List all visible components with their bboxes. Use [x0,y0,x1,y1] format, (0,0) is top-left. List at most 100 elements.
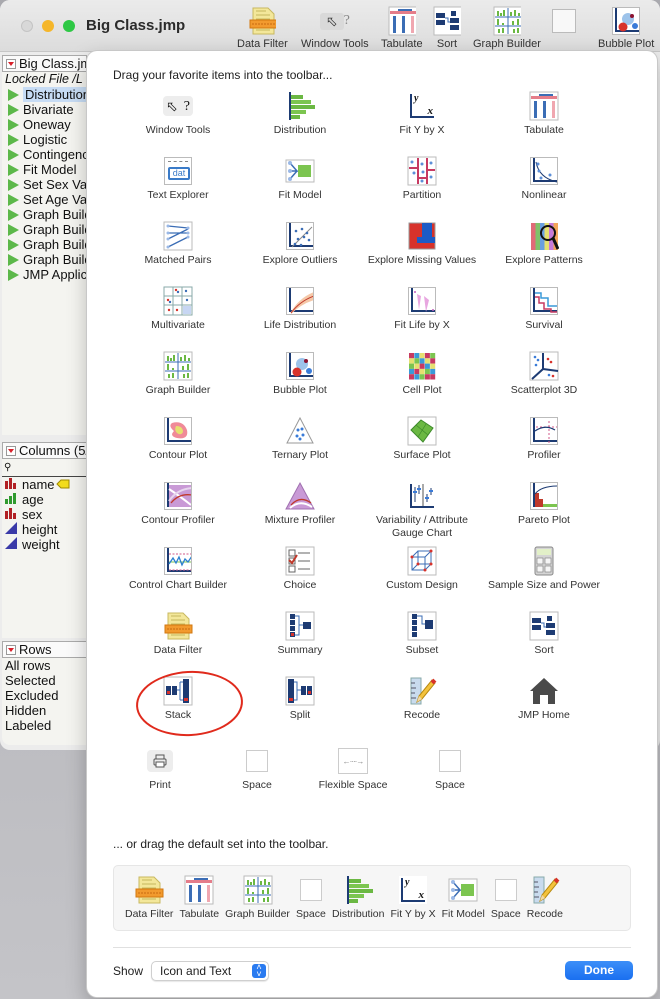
toolbar-item-explore-patterns[interactable]: Explore Patterns [483,221,605,286]
toolbar-button-window-tools[interactable]: ⬁? Window Tools [301,7,369,50]
table-script[interactable]: Graph Builder [2,252,87,267]
toolbar-item-nonlinear[interactable]: Nonlinear [483,156,605,221]
toolbar-item-fit-life-by-x[interactable]: Fit Life by X [361,286,483,351]
toolbar-item-fit-model[interactable]: Fit Model [239,156,361,221]
toolbar-item-ternary-plot[interactable]: Ternary Plot [239,416,361,481]
row-state-labeled[interactable]: Labeled [5,718,87,733]
toolbar-item-distribution[interactable]: Distribution [239,91,361,156]
toolbar-item-choice[interactable]: Choice [239,546,361,611]
toolbar-item-pareto-plot[interactable]: Pareto Plot [483,481,605,546]
column-item[interactable]: sex [2,507,87,522]
toolbar-item-explore-outliers[interactable]: Explore Outliers [239,221,361,286]
run-script-icon[interactable] [8,238,19,251]
column-item[interactable]: age [2,492,87,507]
column-item[interactable]: name [2,477,87,492]
columns-header[interactable]: Columns (5/ [2,442,87,459]
table-script[interactable]: Graph Builder [2,222,87,237]
table-script[interactable]: Set Sex Value Labels [2,177,87,192]
red-triangle-menu-icon[interactable] [6,58,16,69]
toolbar-button-space[interactable] [550,7,578,38]
toolbar-item-life-distribution[interactable]: Life Distribution [239,286,361,351]
toolbar-button-tabulate[interactable]: Tabulate [381,6,423,50]
red-triangle-menu-icon[interactable] [6,644,16,655]
run-script-icon[interactable] [8,253,19,266]
show-mode-select[interactable]: Icon and Text ˄ ˅ [151,961,269,981]
done-button[interactable]: Done [565,961,633,980]
toolbar-item-summary[interactable]: Summary [239,611,361,676]
toolbar-item-recode[interactable]: Recode [361,676,483,741]
close-button[interactable] [21,20,33,32]
run-script-icon[interactable] [8,148,19,161]
toolbar-item-sample-size-and-power[interactable]: Sample Size and Power [483,546,605,611]
toolbar-item-contour-plot[interactable]: Contour Plot [117,416,239,481]
toolbar-item-window-tools[interactable]: ⬁? Window Tools [117,91,239,156]
toolbar-item-variability-attribute-gauge-chart[interactable]: Variability / Attribute Gauge Chart [361,481,483,546]
row-state-selected[interactable]: Selected [5,673,87,688]
default-toolbar-set[interactable]: Data Filter Tabulate Graph Builder Space Dis… [113,865,631,931]
red-triangle-menu-icon[interactable] [6,445,16,456]
column-search-field[interactable]: ⚲ [2,459,87,477]
toolbar-item-space[interactable]: Space [202,746,312,792]
toolbar-item-data-filter[interactable]: Data Filter [122,875,176,921]
toolbar-item-graph-builder[interactable]: Graph Builder [117,351,239,416]
table-script[interactable]: JMP Application [2,267,87,282]
toolbar-item-survival[interactable]: Survival [483,286,605,351]
table-header[interactable]: Big Class.jmp [2,55,87,72]
toolbar-item-contour-profiler[interactable]: Contour Profiler [117,481,239,546]
toolbar-item-explore-missing-values[interactable]: Explore Missing Values [361,221,483,286]
run-script-icon[interactable] [8,88,19,101]
column-item[interactable]: height [2,522,87,537]
toolbar-item-flexible-space[interactable]: ←····→ Flexible Space [298,746,408,792]
toolbar-button-bubble-plot[interactable]: Bubble Plot [598,7,654,50]
toolbar-item-scatterplot-3d[interactable]: Scatterplot 3D [483,351,605,416]
row-state-all-rows[interactable]: All rows [5,658,87,673]
table-script[interactable]: Set Age Value Labels [2,192,87,207]
toolbar-item-print[interactable]: Print [105,746,215,792]
toolbar-button-sort[interactable]: Sort [433,6,461,50]
toolbar-item-text-explorer[interactable]: dat Text Explorer [117,156,239,221]
table-script[interactable]: Oneway [2,117,87,132]
row-state-hidden[interactable]: Hidden [5,703,87,718]
minimize-button[interactable] [42,20,54,32]
zoom-button[interactable] [63,20,75,32]
toolbar-button-graph-builder[interactable]: Graph Builder [473,6,541,50]
run-script-icon[interactable] [8,223,19,236]
toolbar-item-matched-pairs[interactable]: Matched Pairs [117,221,239,286]
toolbar-item-tabulate[interactable]: Tabulate [176,875,222,921]
toolbar-item-recode[interactable]: Recode [524,875,566,921]
toolbar-item-fit-model[interactable]: Fit Model [439,875,488,921]
toolbar-item-graph-builder[interactable]: Graph Builder [222,875,293,921]
toolbar-item-distribution[interactable]: Distribution [329,875,388,921]
toolbar-item-bubble-plot[interactable]: Bubble Plot [239,351,361,416]
toolbar-item-space[interactable]: Space [395,746,505,792]
toolbar-item-surface-plot[interactable]: Surface Plot [361,416,483,481]
toolbar-item-sort[interactable]: Sort [483,611,605,676]
toolbar-item-control-chart-builder[interactable]: Control Chart Builder [117,546,239,611]
run-script-icon[interactable] [8,103,19,116]
toolbar-item-subset[interactable]: Subset [361,611,483,676]
run-script-icon[interactable] [8,268,19,281]
toolbar-item-space[interactable]: Space [293,875,329,921]
toolbar-item-partition[interactable]: Partition [361,156,483,221]
table-script[interactable]: Logistic [2,132,87,147]
run-script-icon[interactable] [8,118,19,131]
toolbar-item-fit-y-by-x[interactable]: y x Fit Y by X [361,91,483,156]
table-script[interactable]: Contingency [2,147,87,162]
toolbar-item-cell-plot[interactable]: Cell Plot [361,351,483,416]
toolbar-item-data-filter[interactable]: Data Filter [117,611,239,676]
toolbar-item-profiler[interactable]: Profiler [483,416,605,481]
run-script-icon[interactable] [8,163,19,176]
table-script[interactable]: Distribution [2,87,87,102]
toolbar-item-split[interactable]: Split [239,676,361,741]
rows-header[interactable]: Rows [2,641,87,658]
toolbar-item-tabulate[interactable]: Tabulate [483,91,605,156]
table-script[interactable]: Graph Builder [2,237,87,252]
table-script[interactable]: Graph Builder [2,207,87,222]
table-script[interactable]: Fit Model [2,162,87,177]
toolbar-button-data-filter[interactable]: Data Filter [237,7,288,50]
run-script-icon[interactable] [8,178,19,191]
toolbar-item-multivariate[interactable]: Multivariate [117,286,239,351]
table-script[interactable]: Bivariate [2,102,87,117]
run-script-icon[interactable] [8,193,19,206]
run-script-icon[interactable] [8,208,19,221]
